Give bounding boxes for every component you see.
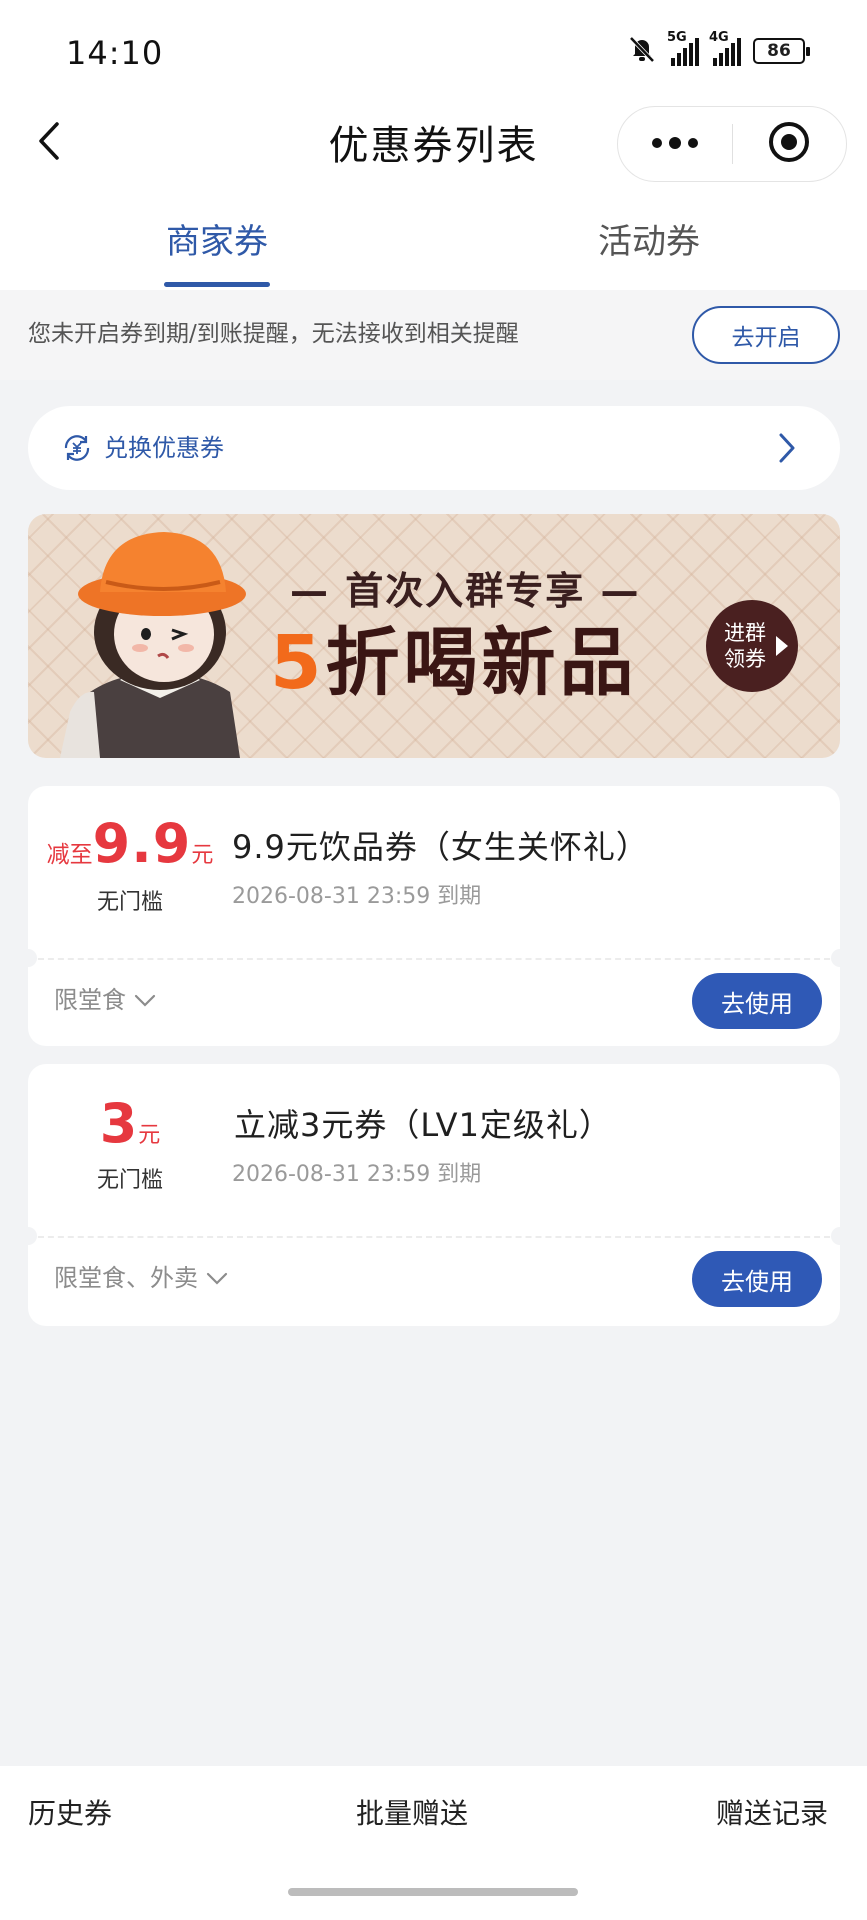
- banner-headline-text: 折喝新品: [325, 620, 638, 706]
- status-icons: 5G 4G 86: [627, 30, 810, 68]
- gift-records-link[interactable]: 赠送记录: [716, 1794, 828, 1834]
- mini-program-capsule: [617, 106, 847, 182]
- coupon-scope: 限堂食、外卖: [54, 1264, 198, 1292]
- signal-5g-icon: 5G: [667, 30, 699, 66]
- join-group-label: 进群领券: [724, 621, 766, 671]
- amount-prefix: 减至: [46, 842, 93, 868]
- tab-merchant-coupons[interactable]: 商家券: [166, 218, 268, 266]
- more-dots-icon: [650, 135, 700, 154]
- coupon-threshold: 无门槛: [96, 890, 163, 915]
- amount-value: 3: [99, 1092, 139, 1155]
- amount-unit: 元: [138, 1123, 161, 1148]
- use-coupon-button[interactable]: 去使用: [692, 973, 822, 1029]
- amount-value: 9.9: [92, 812, 192, 875]
- chevron-left-icon: [37, 121, 63, 165]
- status-time: 14:10: [66, 34, 164, 72]
- more-button[interactable]: [618, 107, 732, 181]
- use-coupon-button[interactable]: 去使用: [692, 1251, 822, 1307]
- reminder-text: 您未开启券到期/到账提醒，无法接收到相关提醒: [28, 321, 519, 347]
- signal-4g-label: 4G: [709, 30, 729, 45]
- banner-headline-number: 5: [270, 620, 326, 706]
- redeem-coupon-label: 兑换优惠券: [104, 434, 224, 462]
- back-button[interactable]: [30, 118, 70, 168]
- mascot-character-image: [60, 522, 260, 762]
- card-notch-left: [19, 949, 37, 967]
- coupon-expiry: 2026-08-31 23:59 到期: [232, 884, 482, 909]
- play-arrow-icon: [776, 636, 788, 656]
- chevron-down-icon: [134, 982, 156, 1018]
- amount-unit: 元: [191, 843, 214, 868]
- history-coupons-link[interactable]: 历史券: [28, 1794, 112, 1834]
- coupon-expiry: 2026-08-31 23:59 到期: [232, 1162, 482, 1187]
- coupon-scope-toggle[interactable]: 限堂食: [54, 982, 156, 1018]
- coupon-title: 立减3元券（LV1定级礼）: [234, 1106, 612, 1144]
- card-divider: [28, 1236, 840, 1238]
- join-group-badge[interactable]: 进群领券: [706, 600, 798, 692]
- target-circle-icon: [767, 120, 811, 168]
- coupon-threshold: 无门槛: [96, 1168, 163, 1193]
- banner-headline: 5折喝新品: [270, 618, 638, 708]
- enable-reminder-button[interactable]: 去开启: [692, 306, 840, 364]
- signal-5g-label: 5G: [667, 30, 687, 45]
- chevron-down-icon: [206, 1260, 228, 1296]
- coupon-scope-toggle[interactable]: 限堂食、外卖: [54, 1260, 228, 1296]
- coupon-amount: 3元: [40, 1092, 220, 1155]
- bell-off-icon: [627, 34, 657, 68]
- signal-4g-icon: 4G: [709, 30, 741, 66]
- exchange-coupon-icon: [62, 433, 92, 463]
- coupon-amount: 减至9.9元: [40, 812, 220, 875]
- card-notch-right: [831, 1227, 849, 1245]
- battery-icon: 86: [753, 38, 810, 64]
- card-divider: [28, 958, 840, 960]
- active-tab-indicator: [164, 282, 270, 287]
- home-indicator[interactable]: [288, 1888, 578, 1896]
- batch-gift-link[interactable]: 批量赠送: [356, 1794, 468, 1834]
- chevron-right-icon: [778, 432, 796, 468]
- card-notch-left: [19, 1227, 37, 1245]
- coupon-scope: 限堂食: [54, 986, 126, 1014]
- banner-subtitle: — 首次入群专享 —: [290, 569, 641, 613]
- tab-activity-coupons[interactable]: 活动券: [598, 218, 700, 266]
- coupon-title: 9.9元饮品券（女生关怀礼）: [232, 828, 649, 866]
- close-button[interactable]: [733, 107, 847, 181]
- bottom-bar: [0, 1766, 867, 1920]
- card-notch-right: [831, 949, 849, 967]
